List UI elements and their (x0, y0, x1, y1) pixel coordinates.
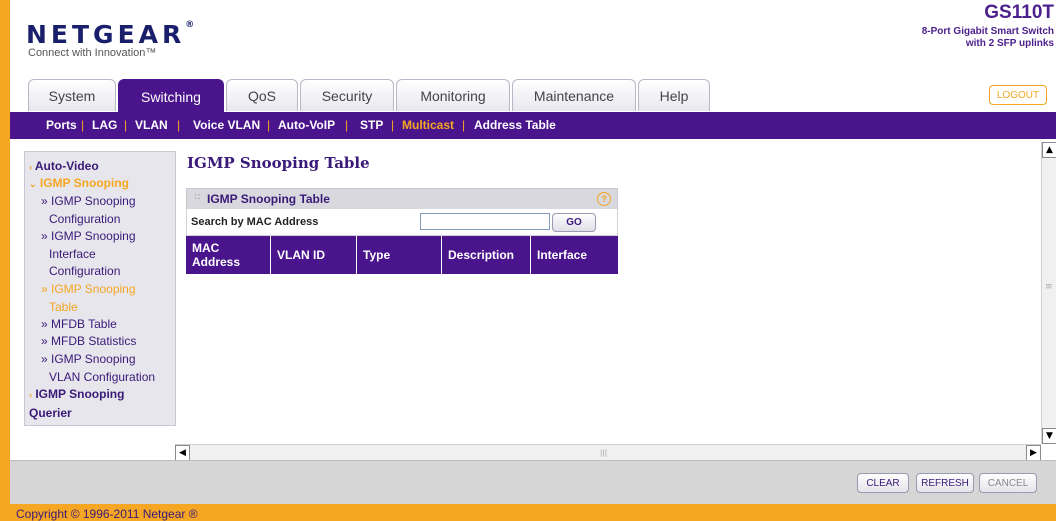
subnav-voice-vlan[interactable]: Voice VLAN (193, 118, 260, 132)
mac-address-search-input[interactable] (420, 213, 550, 230)
sub-navigation: Ports | LAG | VLAN | Voice VLAN | Auto-V… (10, 112, 1056, 139)
igmp-snooping-table-panel: :: IGMP Snooping Table ? Search by MAC A… (186, 188, 618, 275)
tab-monitoring[interactable]: Monitoring (396, 79, 510, 111)
column-mac-address: MAC Address (186, 236, 271, 274)
sidebar-item-igmp-snooping-configuration[interactable]: » IGMP Snooping Configuration (41, 193, 136, 228)
app-frame: NETGEAR® Connect with Innovation™ GS110T… (10, 0, 1056, 521)
tab-security[interactable]: Security (300, 79, 394, 111)
netgear-logo: NETGEAR® (26, 20, 195, 49)
scroll-right-icon[interactable]: ▶ (1026, 445, 1041, 461)
refresh-button[interactable]: REFRESH (916, 473, 974, 493)
tab-help[interactable]: Help (638, 79, 710, 111)
vertical-scrollbar[interactable]: ▲ ≡ ▼ (1041, 142, 1056, 444)
subnav-separator: | (177, 118, 181, 132)
help-icon[interactable]: ? (597, 192, 611, 206)
logout-button[interactable]: LOGOUT (989, 85, 1047, 105)
subnav-stp[interactable]: STP (360, 118, 383, 132)
sidebar-item-igmp-snooping-querier[interactable]: › IGMP Snooping Querier (29, 386, 124, 422)
tab-qos[interactable]: QoS (226, 79, 298, 111)
copyright: Copyright © 1996-2011 Netgear ® (16, 507, 198, 521)
chevron-right-icon: › (29, 390, 32, 400)
scroll-left-icon[interactable]: ◀ (175, 445, 190, 461)
table-header: MAC Address VLAN ID Type Description Inte… (186, 236, 618, 274)
subnav-separator: | (462, 118, 466, 132)
subnav-lag[interactable]: LAG (92, 118, 117, 132)
sidebar-item-mfdb-table[interactable]: » MFDB Table (41, 316, 117, 334)
action-bar: CLEAR REFRESH CANCEL (10, 460, 1056, 504)
model-name: GS110T (984, 2, 1054, 23)
footer: Copyright © 1996-2011 Netgear ® (10, 504, 1056, 521)
scroll-up-icon[interactable]: ▲ (1042, 142, 1056, 158)
subnav-separator: | (267, 118, 271, 132)
subnav-separator: | (81, 118, 85, 132)
scroll-down-icon[interactable]: ▼ (1042, 428, 1056, 444)
clear-button[interactable]: CLEAR (857, 473, 909, 493)
tab-system[interactable]: System (28, 79, 116, 111)
subnav-multicast[interactable]: Multicast (402, 118, 454, 132)
subnav-auto-voip[interactable]: Auto-VoIP (278, 118, 335, 132)
column-interface: Interface (537, 248, 588, 262)
column-vlan-id: VLAN ID (271, 236, 357, 274)
tab-maintenance[interactable]: Maintenance (512, 79, 636, 111)
column-type: Type (357, 236, 442, 274)
subnav-separator: | (124, 118, 128, 132)
chevron-down-icon: ⌄ (29, 179, 37, 189)
tab-switching[interactable]: Switching (118, 79, 224, 113)
search-label: Search by MAC Address (191, 216, 319, 228)
drag-handle-icon: :: (194, 191, 201, 202)
panel-header: :: IGMP Snooping Table ? (186, 188, 618, 210)
sidebar-item-igmp-snooping[interactable]: ⌄ IGMP Snooping (29, 175, 129, 194)
sidebar-item-igmp-snooping-table[interactable]: » IGMP Snooping Table (41, 281, 136, 316)
cancel-button[interactable]: CANCEL (979, 473, 1037, 493)
sidebar-item-igmp-snooping-vlan-configuration[interactable]: » IGMP Snooping VLAN Configuration (41, 351, 155, 386)
subnav-address-table[interactable]: Address Table (474, 118, 556, 132)
scroll-grip-icon: ||| (600, 449, 608, 457)
model-description: 8-Port Gigabit Smart Switch with 2 SFP u… (921, 26, 1054, 49)
column-description: Description (442, 236, 531, 274)
header: NETGEAR® Connect with Innovation™ GS110T… (10, 0, 1056, 113)
panel-title: IGMP Snooping Table (207, 192, 330, 206)
sidebar-item-auto-video[interactable]: › Auto-Video (29, 158, 99, 177)
horizontal-scrollbar[interactable]: ◀ ||| ▶ (175, 444, 1041, 461)
main-content: IGMP Snooping Table :: IGMP Snooping Tab… (178, 141, 1040, 443)
subnav-ports[interactable]: Ports (46, 118, 77, 132)
go-button[interactable]: GO (552, 213, 596, 232)
page-title: IGMP Snooping Table (187, 154, 370, 172)
sidebar-item-mfdb-statistics[interactable]: » MFDB Statistics (41, 333, 136, 351)
subnav-separator: | (345, 118, 349, 132)
sidebar: › Auto-Video ⌄ IGMP Snooping » IGMP Snoo… (24, 151, 176, 426)
subnav-vlan[interactable]: VLAN (135, 118, 168, 132)
subnav-separator: | (391, 118, 395, 132)
sidebar-item-igmp-snooping-interface-configuration[interactable]: » IGMP Snooping Interface Configuration (41, 228, 136, 281)
chevron-right-icon: › (29, 162, 32, 172)
scroll-grip-icon: ≡ (1045, 282, 1053, 292)
search-row: Search by MAC Address GO (186, 209, 618, 236)
tagline: Connect with Innovation™ (28, 47, 157, 59)
